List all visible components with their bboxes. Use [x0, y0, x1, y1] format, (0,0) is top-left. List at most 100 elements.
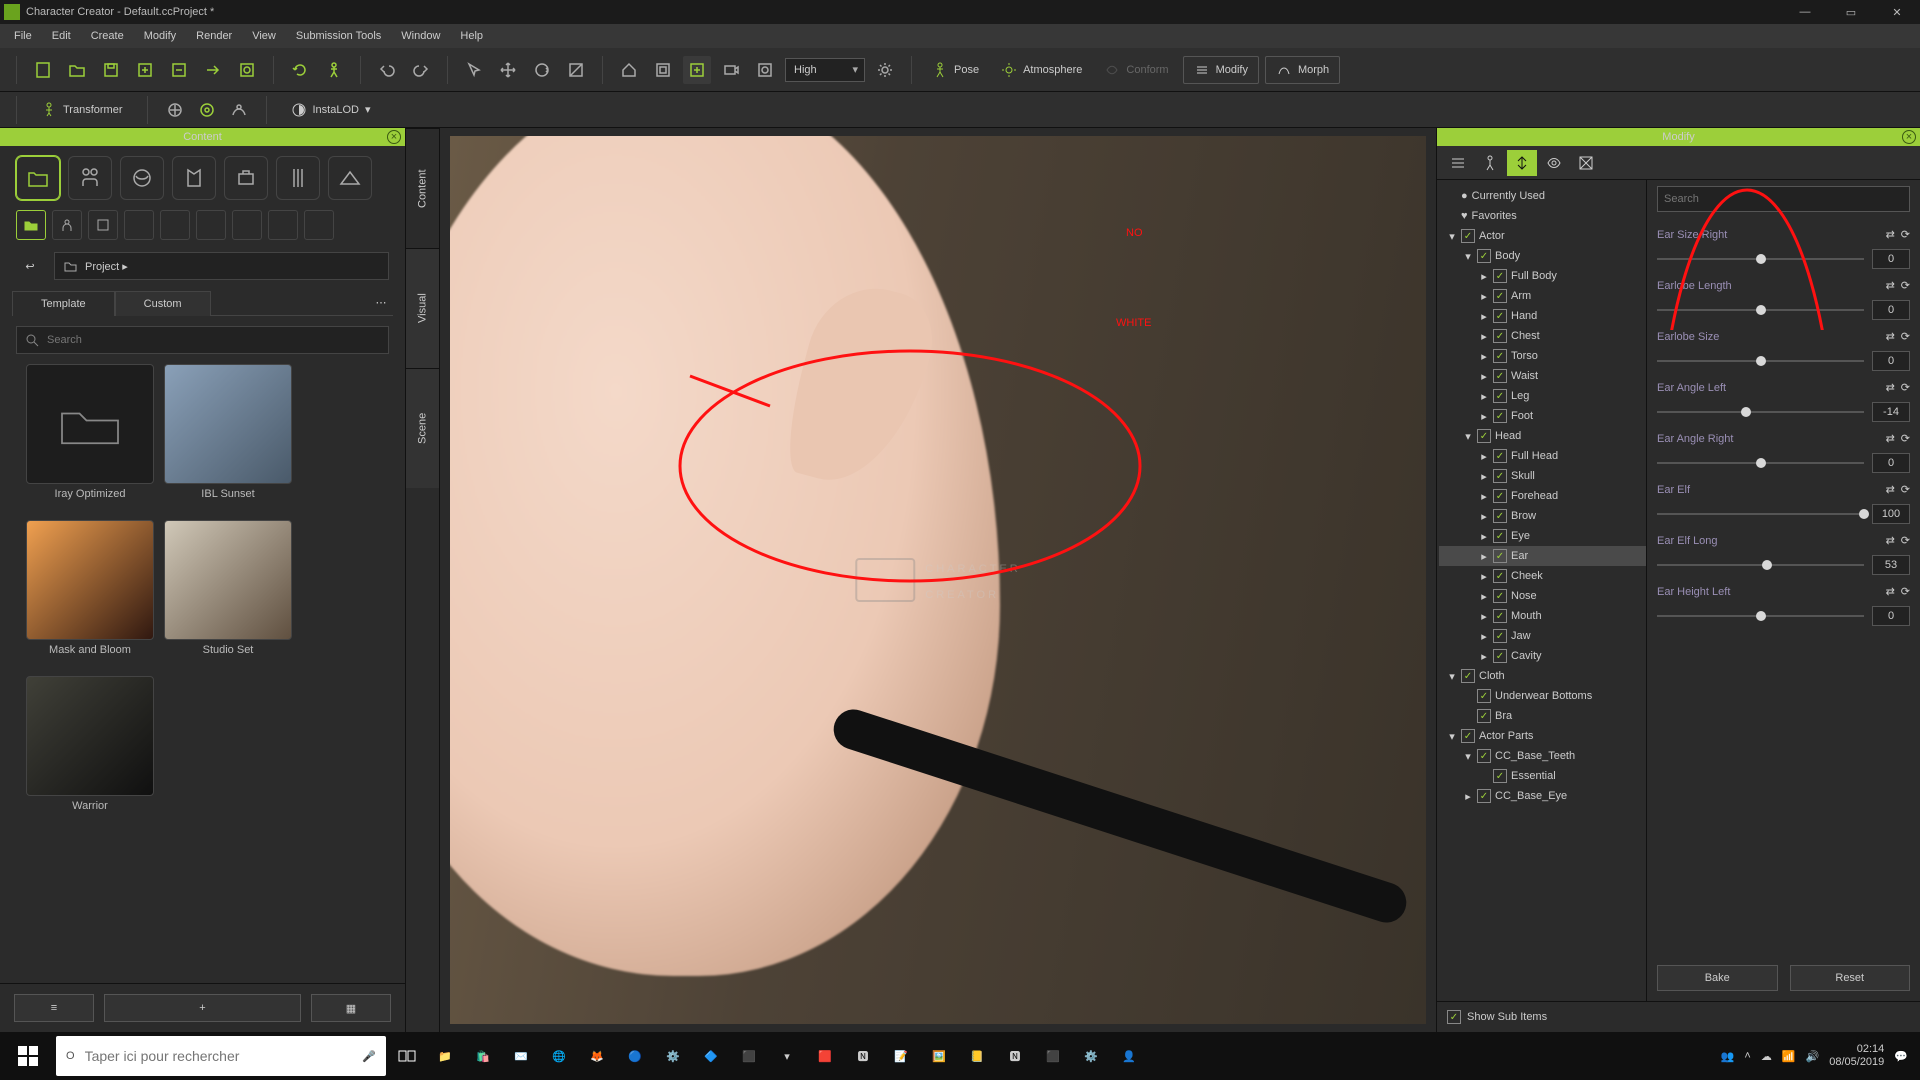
morph-value[interactable]: -14	[1872, 402, 1910, 422]
tree-expand-icon[interactable]: ▾	[1463, 430, 1473, 443]
taskbar-search-box[interactable]: O 🎤	[56, 1036, 386, 1076]
morph-sym-icon[interactable]: ⇄	[1886, 534, 1895, 547]
tree-expand-icon[interactable]: ▸	[1479, 510, 1489, 523]
tree-checkbox[interactable]: ✓	[1493, 309, 1507, 323]
morph-reset-icon[interactable]: ⟳	[1901, 534, 1910, 547]
tabs-more-icon[interactable]: ⋯	[369, 290, 393, 315]
morph-value[interactable]: 0	[1872, 300, 1910, 320]
tree-checkbox[interactable]: ✓	[1477, 689, 1491, 703]
tree-row[interactable]: ▸✓Cheek	[1439, 566, 1646, 586]
tree-expand-icon[interactable]: ▸	[1479, 650, 1489, 663]
subcat-folder-button[interactable]	[16, 210, 46, 240]
taskbar-app-netflix[interactable]: 🅽	[846, 1036, 880, 1076]
tree-checkbox[interactable]: ✓	[1493, 449, 1507, 463]
export-fbx-button[interactable]	[131, 56, 159, 84]
taskbar-app-red[interactable]: 🟥	[808, 1036, 842, 1076]
tree-checkbox[interactable]: ✓	[1493, 569, 1507, 583]
tab-custom[interactable]: Custom	[115, 291, 211, 316]
morph-slider-track[interactable]	[1657, 258, 1864, 260]
show-sub-items-checkbox[interactable]: ✓	[1447, 1010, 1461, 1024]
window-close-button[interactable]: ✕	[1874, 0, 1920, 24]
content-thumb[interactable]: Iray Optimized	[26, 364, 154, 500]
tree-row[interactable]: ▸✓CC_Base_Eye	[1439, 786, 1646, 806]
morph-slider-track[interactable]	[1657, 513, 1864, 515]
taskbar-app-steam[interactable]: ⚙️	[656, 1036, 690, 1076]
taskbar-app-explorer[interactable]: 📁	[428, 1036, 462, 1076]
tree-expand-icon[interactable]: ▸	[1463, 790, 1473, 803]
tree-checkbox[interactable]: ✓	[1493, 289, 1507, 303]
select-tool[interactable]	[460, 56, 488, 84]
tree-expand-icon[interactable]: ▾	[1447, 670, 1457, 683]
move-tool[interactable]	[494, 56, 522, 84]
menu-modify[interactable]: Modify	[134, 26, 186, 46]
morph-reset-icon[interactable]: ⟳	[1901, 381, 1910, 394]
tree-expand-icon[interactable]: ▸	[1479, 410, 1489, 423]
tree-expand-icon[interactable]: ▸	[1479, 470, 1489, 483]
taskbar-app-mail[interactable]: ✉️	[504, 1036, 538, 1076]
breadcrumb-back-button[interactable]: ↩	[16, 254, 44, 278]
tree-expand-icon[interactable]: ▸	[1479, 390, 1489, 403]
subcat-empty-5[interactable]	[268, 210, 298, 240]
morph-value[interactable]: 0	[1872, 351, 1910, 371]
edit-mesh-button[interactable]	[164, 99, 186, 121]
subcat-empty-1[interactable]	[124, 210, 154, 240]
tree-expand-icon[interactable]: ▸	[1479, 330, 1489, 343]
tree-row[interactable]: ▾✓Cloth	[1439, 666, 1646, 686]
morph-reset-icon[interactable]: ⟳	[1901, 585, 1910, 598]
side-tab-scene[interactable]: Scene	[406, 368, 439, 488]
tree-expand-icon[interactable]: ▸	[1479, 630, 1489, 643]
morph-value[interactable]: 100	[1872, 504, 1910, 524]
tree-checkbox[interactable]: ✓	[1493, 489, 1507, 503]
morph-slider-track[interactable]	[1657, 411, 1864, 413]
content-view-grid-button[interactable]: ▦	[311, 994, 391, 1022]
menu-help[interactable]: Help	[450, 26, 493, 46]
taskbar-app-n[interactable]: 🅽	[998, 1036, 1032, 1076]
bake-button[interactable]: Bake	[1657, 965, 1778, 991]
morph-search-box[interactable]	[1657, 186, 1910, 212]
tree-row[interactable]: ▾✓Body	[1439, 246, 1646, 266]
tree-row[interactable]: ▸✓Full Body	[1439, 266, 1646, 286]
taskbar-app-store[interactable]: 🛍️	[466, 1036, 500, 1076]
tree-checkbox[interactable]: ✓	[1493, 649, 1507, 663]
tree-row[interactable]: ▸✓Hand	[1439, 306, 1646, 326]
tree-row[interactable]: ▸✓Brow	[1439, 506, 1646, 526]
morph-sym-icon[interactable]: ⇄	[1886, 381, 1895, 394]
tree-row[interactable]: ▾✓CC_Base_Teeth	[1439, 746, 1646, 766]
tree-expand-icon[interactable]: ▾	[1447, 730, 1457, 743]
task-view-button[interactable]	[390, 1036, 424, 1076]
morph-reset-icon[interactable]: ⟳	[1901, 432, 1910, 445]
tree-expand-icon[interactable]: ▸	[1479, 570, 1489, 583]
morph-toolbar-button[interactable]: Morph	[1265, 56, 1340, 84]
tray-wifi-icon[interactable]: 📶	[1782, 1050, 1796, 1063]
morph-value[interactable]: 53	[1872, 555, 1910, 575]
category-avatar-button[interactable]	[68, 156, 112, 200]
skin-weights-button[interactable]	[228, 99, 250, 121]
morph-sym-icon[interactable]: ⇄	[1886, 279, 1895, 292]
tree-row[interactable]: ✓Essential	[1439, 766, 1646, 786]
tree-row[interactable]: ▾✓Head	[1439, 426, 1646, 446]
tree-checkbox[interactable]: ✓	[1493, 409, 1507, 423]
tree-row[interactable]: ▸✓Leg	[1439, 386, 1646, 406]
transformer-button[interactable]: Transformer	[33, 98, 131, 122]
taskbar-search-input[interactable]	[85, 1048, 353, 1064]
tree-row[interactable]: ✓Underwear Bottoms	[1439, 686, 1646, 706]
tray-notifications-icon[interactable]: 💬	[1894, 1050, 1908, 1063]
mic-icon[interactable]: 🎤	[362, 1050, 376, 1063]
redo-button[interactable]	[407, 56, 435, 84]
morph-reset-icon[interactable]: ⟳	[1901, 330, 1910, 343]
modify-panel-close-icon[interactable]: ×	[1902, 130, 1916, 144]
morph-sym-icon[interactable]: ⇄	[1886, 228, 1895, 241]
tree-expand-icon[interactable]: ▾	[1463, 250, 1473, 263]
taskbar-app-v[interactable]: ▾	[770, 1036, 804, 1076]
tree-row[interactable]: ▸✓Mouth	[1439, 606, 1646, 626]
tree-row[interactable]: ▾✓Actor Parts	[1439, 726, 1646, 746]
category-skin-button[interactable]	[120, 156, 164, 200]
tree-row[interactable]: ▸✓Cavity	[1439, 646, 1646, 666]
morph-search-input[interactable]	[1664, 193, 1903, 205]
subcat-empty-3[interactable]	[196, 210, 226, 240]
content-search-box[interactable]	[16, 326, 389, 354]
taskbar-app-cc[interactable]: 👤	[1112, 1036, 1146, 1076]
breadcrumb[interactable]: Project ▸	[54, 252, 389, 280]
open-file-button[interactable]	[63, 56, 91, 84]
tree-row[interactable]: ✓Bra	[1439, 706, 1646, 726]
